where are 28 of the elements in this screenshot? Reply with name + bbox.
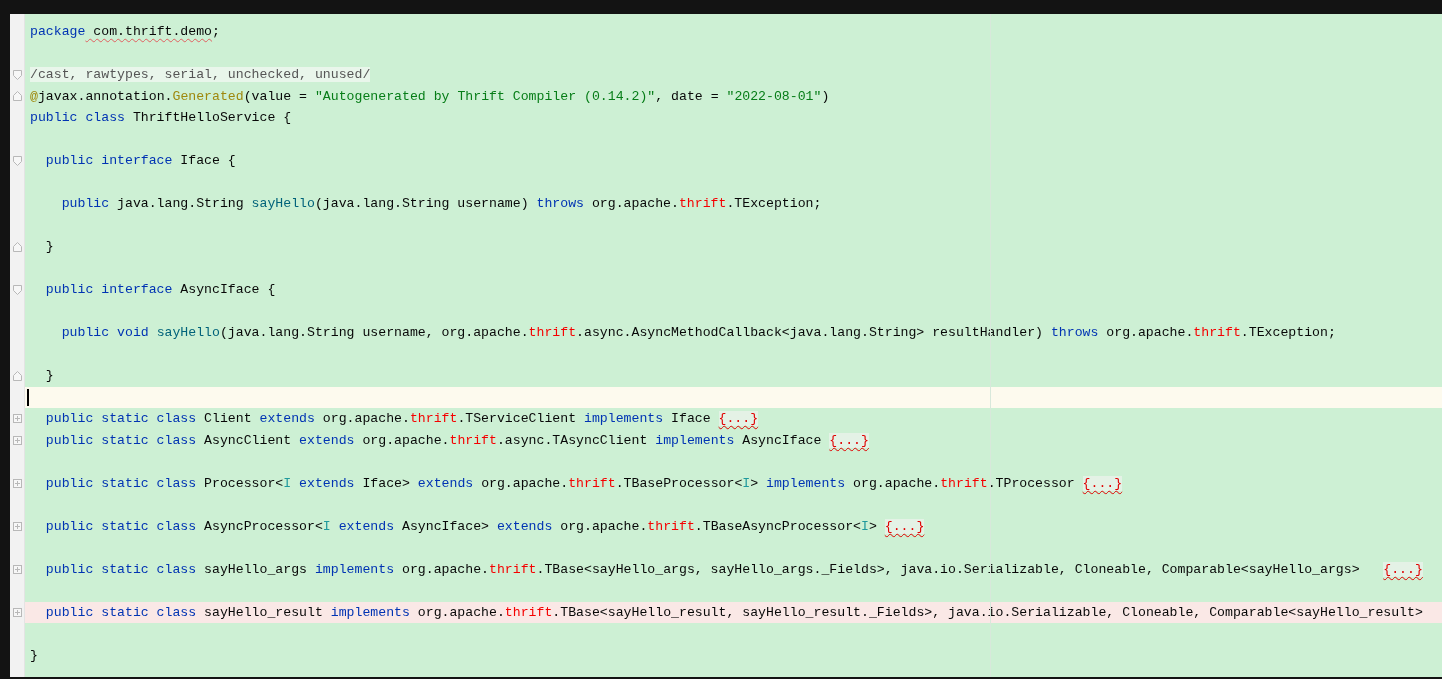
code-line: package com.thrift.demo;: [30, 23, 220, 41]
code-line: public static class sayHello_result implements org.apache.thrift.TBase<sayHello_result, sayHello_result._Fields>, java.io.Serializable, Cloneable, Comparable<sayHello_result>: [44, 603, 1423, 622]
code-line: public static class AsyncClient extends org.apache.thrift.async.TAsyncClient implements AsyncIface {...}: [44, 431, 869, 450]
code-line: public interface AsyncIface {: [44, 281, 276, 299]
code-line: public static class Processor<I extends Iface> extends org.apache.thrift.TBaseProcessor<I> implements org.apache.thrift.TProcessor {...}: [44, 474, 1123, 493]
code-line: public class ThriftHelloService {: [30, 109, 292, 127]
fold-icon[interactable]: [12, 155, 22, 166]
fold-icon[interactable]: [12, 69, 22, 80]
expand-icon[interactable]: [12, 521, 22, 531]
code-line: public java.lang.String sayHello(java.lang.String username) throws org.apache.thrift.TException;: [60, 195, 822, 213]
expand-icon[interactable]: [12, 607, 22, 617]
fold-icon[interactable]: [12, 241, 22, 252]
fold-icon[interactable]: [12, 284, 22, 295]
code-line: public void sayHello(java.lang.String username, org.apache.thrift.async.AsyncMethodCallback<java.lang.String> resultHandler) throws org.apache.thrift.TException;: [60, 324, 1336, 342]
expand-icon[interactable]: [12, 435, 22, 445]
code-line: }: [30, 646, 38, 665]
code-line: public static class Client extends org.apache.thrift.TServiceClient implements Iface {...}: [44, 410, 759, 428]
code-line: }: [44, 367, 54, 385]
fold-icon[interactable]: [12, 370, 22, 381]
code-line: public static class AsyncProcessor<I extends AsyncIface> extends org.apache.thrift.TBaseAsyncProcessor<I> {...}: [44, 517, 925, 536]
code-line: public static class sayHello_args implements org.apache.thrift.TBase<sayHello_args, sayHello_args._Fields>, java.io.Serializable, Cloneable, Comparable<sayHello_args> {...}: [44, 560, 1423, 579]
expand-icon[interactable]: [12, 564, 22, 574]
expand-icon[interactable]: [12, 414, 22, 424]
expand-icon[interactable]: [12, 478, 22, 488]
code-line: @javax.annotation.Generated(value = "Autogenerated by Thrift Compiler (0.14.2)", date = "2022-08-01"): [30, 87, 830, 106]
code-line: }: [44, 238, 54, 256]
fold-icon[interactable]: [12, 91, 22, 102]
code-line: public interface Iface {: [44, 152, 236, 170]
